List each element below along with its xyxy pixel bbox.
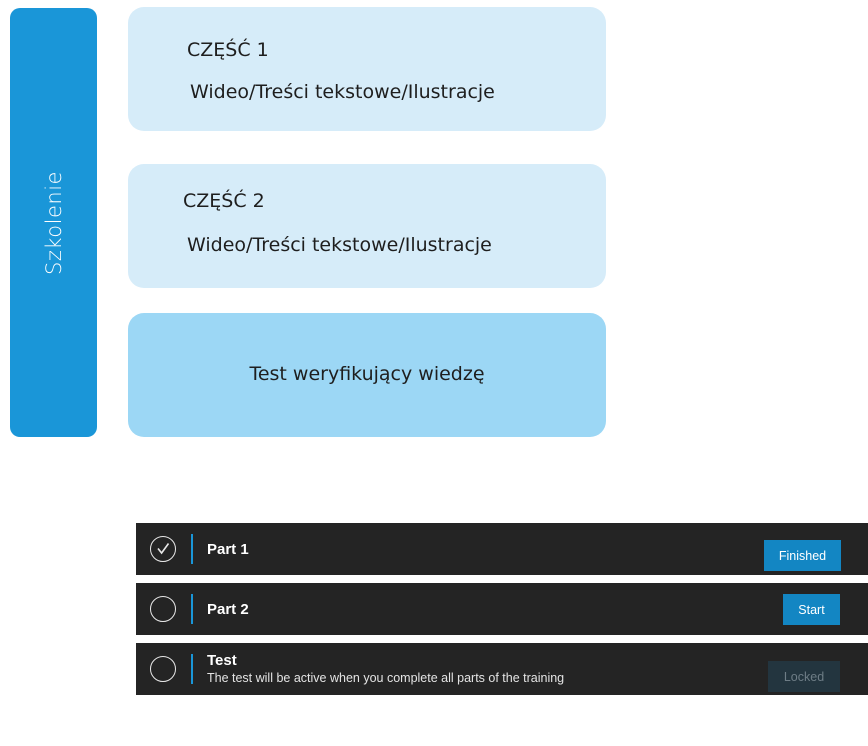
row-description: The test will be active when you complet… <box>207 671 565 685</box>
part-1-card: CZĘŚĆ 1 Wideo/Treści tekstowe/Ilustracje <box>128 7 606 131</box>
empty-circle-icon <box>150 656 176 682</box>
training-row-part-2: Part 2 Start <box>136 583 868 635</box>
row-title: Part 2 <box>207 601 249 618</box>
row-divider <box>191 654 193 684</box>
locked-button[interactable]: Locked <box>768 661 840 692</box>
card-subtitle: Wideo/Treści tekstowe/Ilustracje <box>190 81 495 103</box>
training-row-part-1: Part 1 Finished <box>136 523 868 575</box>
training-row-test: Test The test will be active when you co… <box>136 643 868 695</box>
sidebar-label-panel: Szkolenie <box>10 8 97 437</box>
row-divider <box>191 594 193 624</box>
row-divider <box>191 534 193 564</box>
card-subtitle: Wideo/Treści tekstowe/Ilustracje <box>187 234 492 256</box>
finished-button[interactable]: Finished <box>764 540 841 571</box>
test-card: Test weryfikujący wiedzę <box>128 313 606 437</box>
row-title: Part 1 <box>207 541 249 558</box>
card-title: CZĘŚĆ 1 <box>187 39 269 61</box>
empty-circle-icon <box>150 596 176 622</box>
row-title: Test <box>207 652 237 669</box>
card-title: CZĘŚĆ 2 <box>183 190 265 212</box>
start-button[interactable]: Start <box>783 594 840 625</box>
check-circle-icon <box>150 536 176 562</box>
sidebar-label: Szkolenie <box>41 170 66 275</box>
part-2-card: CZĘŚĆ 2 Wideo/Treści tekstowe/Ilustracje <box>128 164 606 288</box>
card-title: Test weryfikujący wiedzę <box>249 363 485 385</box>
